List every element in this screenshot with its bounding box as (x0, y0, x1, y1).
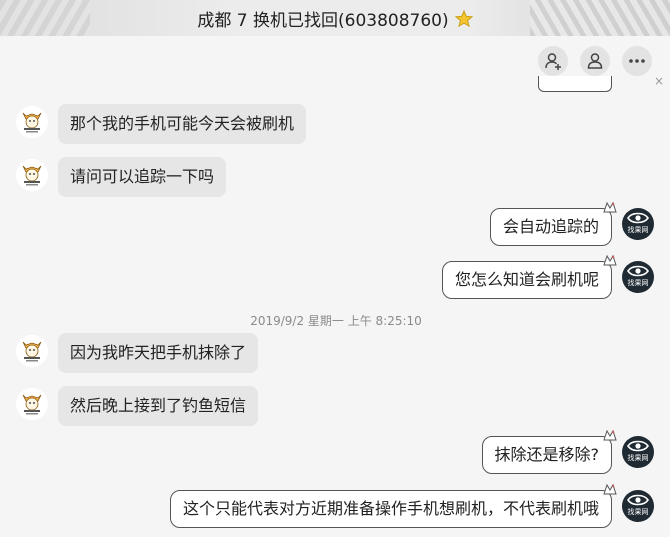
message-row: 会自动追踪的 找果网 (2, 201, 670, 252)
chat-toolbar (538, 46, 652, 76)
add-member-button[interactable] (538, 46, 568, 76)
more-icon (629, 59, 645, 63)
message-row: 请问可以追踪一下吗 (2, 157, 670, 201)
close-icon[interactable]: × (654, 74, 664, 88)
message-timestamp: 2019/9/2 星期一 上午 8:25:10 (250, 314, 422, 328)
window-title-text: 成都 7 换机已找回(603808760) (197, 11, 449, 31)
chat-panel: × 那个我的手机可能今天会被刷机 请问可以追踪一下吗 会自动追踪的 找果网 您怎… (2, 36, 670, 537)
window-title: 成都 7 换机已找回(603808760) (0, 6, 670, 31)
message-bubble-incoming: 因为我昨天把手机抹除了 (58, 333, 259, 373)
cat-avatar-icon (22, 112, 42, 133)
cat-avatar-icon (22, 341, 42, 362)
add-person-icon (545, 53, 561, 70)
message-bubble-incoming: 那个我的手机可能今天会被刷机 (58, 104, 307, 144)
cat-ear-decoration-icon (603, 254, 617, 266)
agent-avatar[interactable]: 找果网 (622, 261, 654, 293)
message-bubble-incoming: 然后晚上接到了钓鱼短信 (58, 386, 259, 426)
cat-ear-decoration-icon (603, 429, 617, 441)
avatar[interactable] (16, 388, 48, 420)
message-bubble-incoming: 请问可以追踪一下吗 (58, 157, 227, 197)
message-row: 然后晚上接到了钓鱼短信 (2, 386, 670, 430)
agent-avatar-label: 找果网 (627, 279, 649, 287)
message-bubble-outgoing: 您怎么知道会刷机呢 (441, 254, 617, 299)
message-text: 会自动追踪的 (502, 217, 599, 236)
avatar[interactable] (16, 335, 48, 367)
more-button[interactable] (622, 46, 652, 76)
avatar[interactable] (16, 106, 48, 138)
agent-avatar[interactable]: 找果网 (622, 436, 654, 468)
person-icon (587, 53, 603, 69)
cat-avatar-icon (22, 394, 42, 415)
message-bubble-outgoing: 这个只能代表对方近期准备操作手机想刷机，不代表刷机哦 (169, 483, 617, 528)
agent-avatar[interactable]: 找果网 (622, 208, 654, 240)
message-row: 您怎么知道会刷机呢 找果网 (2, 254, 670, 305)
avatar[interactable] (16, 159, 48, 191)
cat-ear-decoration-icon (603, 483, 617, 495)
message-row: 因为我昨天把手机抹除了 (2, 333, 670, 377)
eye-icon (627, 494, 649, 506)
message-bubble-outgoing: 会自动追踪的 (489, 201, 617, 246)
partial-message-bubble (538, 76, 612, 92)
cat-ear-decoration-icon (603, 201, 617, 213)
message-text: 抹除还是移除? (494, 445, 600, 464)
title-bar: 成都 7 换机已找回(603808760) (0, 0, 670, 36)
eye-icon (627, 440, 649, 452)
eye-icon (627, 265, 649, 277)
member-button[interactable] (580, 46, 610, 76)
agent-avatar-label: 找果网 (627, 508, 649, 516)
message-row: 抹除还是移除? 找果网 (2, 429, 670, 480)
message-text: 这个只能代表对方近期准备操作手机想刷机，不代表刷机哦 (182, 499, 599, 518)
agent-avatar-label: 找果网 (627, 226, 649, 234)
agent-avatar[interactable]: 找果网 (622, 490, 654, 522)
agent-avatar-label: 找果网 (627, 454, 649, 462)
cat-avatar-icon (22, 165, 42, 186)
message-row: 那个我的手机可能今天会被刷机 (2, 104, 670, 148)
eye-icon (627, 212, 649, 224)
message-text: 您怎么知道会刷机呢 (454, 270, 599, 289)
message-bubble-outgoing: 抹除还是移除? (481, 429, 617, 474)
star-icon (454, 10, 473, 28)
message-row: 这个只能代表对方近期准备操作手机想刷机，不代表刷机哦 找果网 (2, 483, 670, 534)
